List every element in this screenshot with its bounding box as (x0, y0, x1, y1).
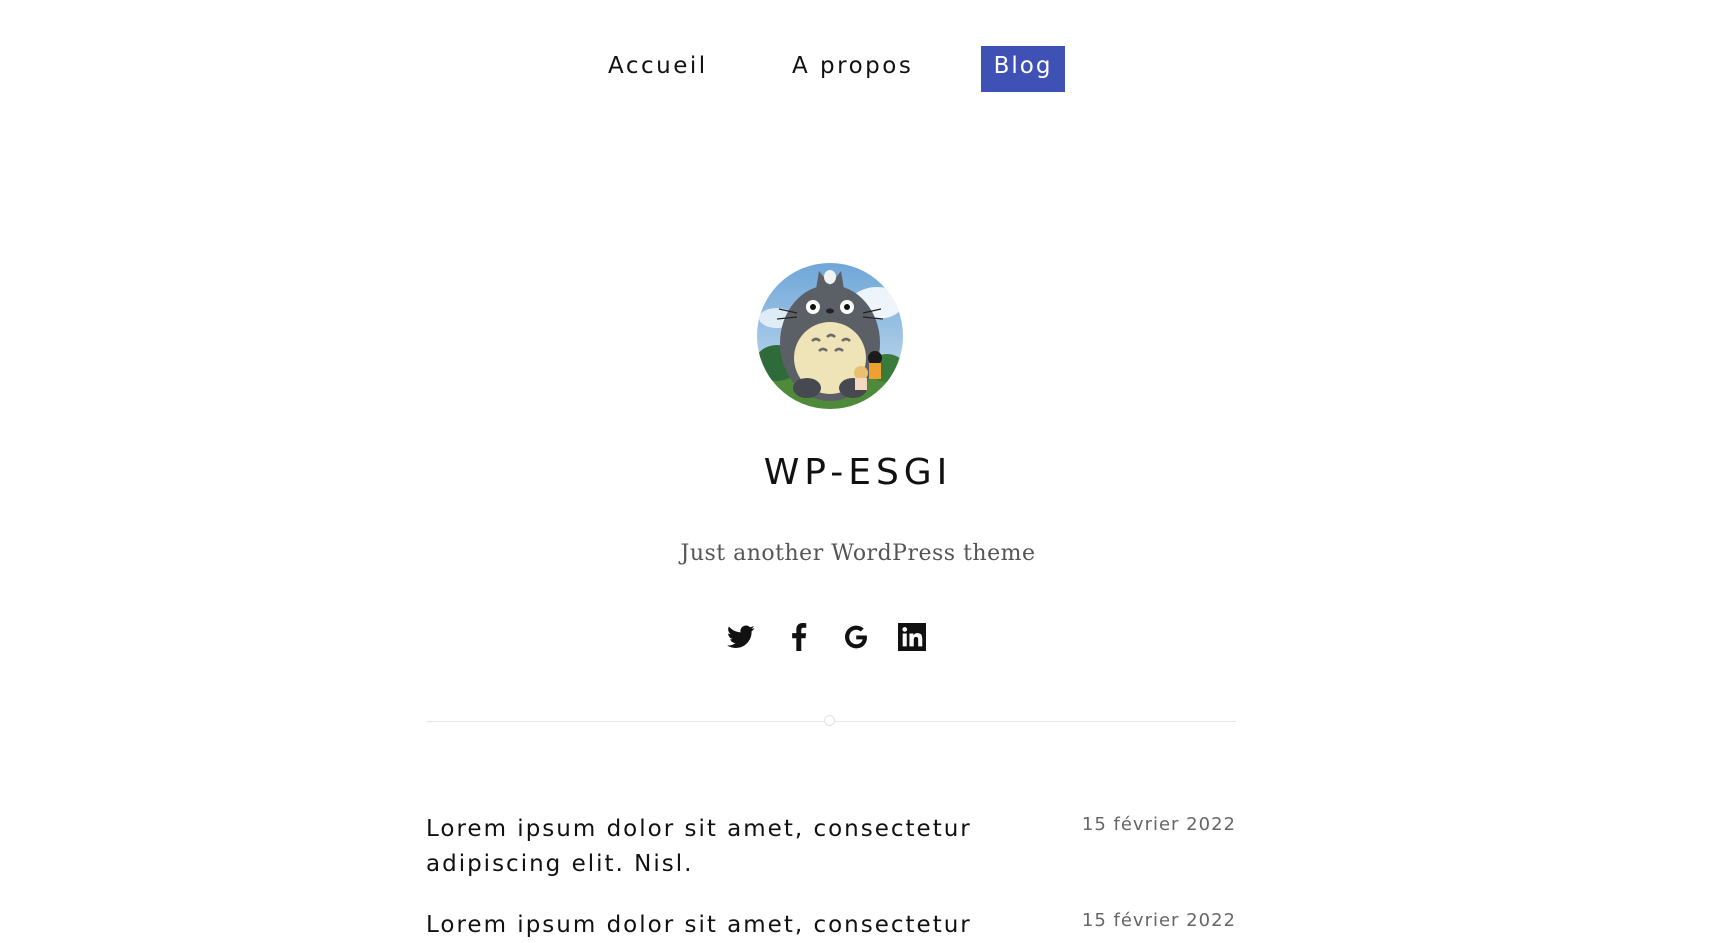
facebook-icon[interactable] (782, 620, 816, 654)
nav-item-blog[interactable]: Blog (981, 46, 1065, 92)
section-divider (426, 715, 1236, 726)
site-title[interactable]: WP-ESGI (0, 452, 1716, 493)
site-avatar[interactable] (757, 263, 903, 409)
divider-dot (824, 715, 835, 726)
post-date: 15 février 2022 (1081, 910, 1236, 931)
post-date: 15 février 2022 (1081, 814, 1236, 835)
post-title-link[interactable]: Lorem ipsum dolor sit amet, consectetur … (426, 812, 1086, 882)
post-title-link[interactable]: Lorem ipsum dolor sit amet, consectetur (426, 908, 1086, 943)
twitter-icon[interactable] (724, 620, 758, 654)
site-tagline: Just another WordPress theme (680, 541, 1036, 566)
main-navigation: Accueil A propos Blog (0, 46, 1716, 92)
nav-item-a-propos[interactable]: A propos (792, 46, 913, 92)
linkedin-icon[interactable] (895, 620, 929, 654)
google-icon[interactable] (839, 620, 873, 654)
nav-item-accueil[interactable]: Accueil (608, 46, 708, 92)
